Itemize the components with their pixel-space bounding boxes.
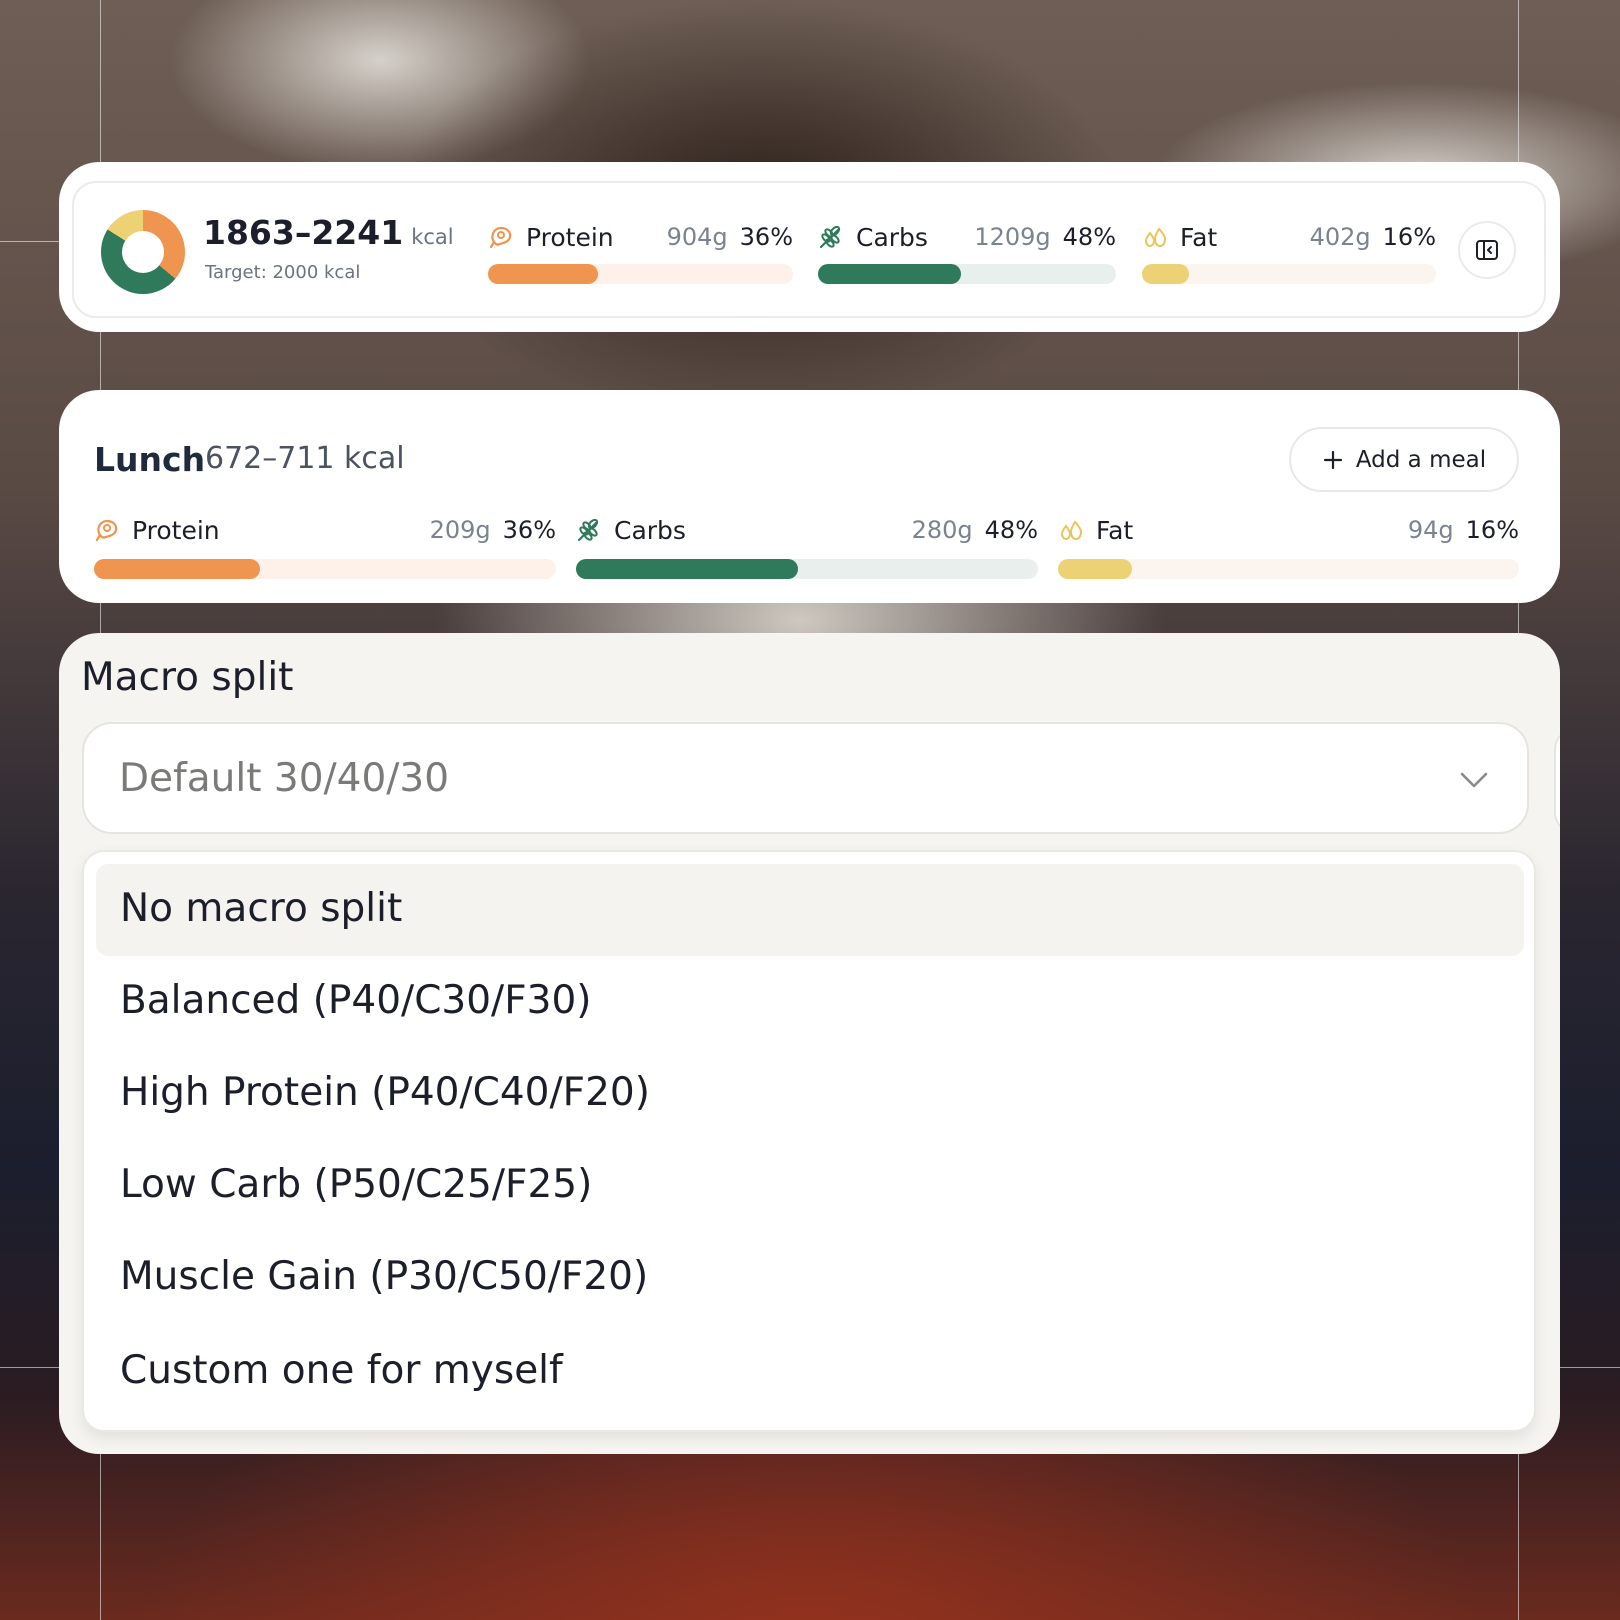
option-label: No macro split (120, 886, 403, 931)
option-label: Muscle Gain (P30/C50/F20) (120, 1254, 649, 1299)
macro-name: Protein (526, 223, 614, 252)
summary-macro-fat: Fat 402g 16% (1142, 220, 1436, 284)
option-label: Custom one for myself (120, 1348, 563, 1393)
adjacent-field-edge (1554, 729, 1560, 833)
wheat-icon (819, 225, 841, 249)
macro-values: 904g 36% (667, 223, 793, 251)
kcal-range-value: 1863–2241 (203, 213, 404, 252)
macro-name: Protein (132, 516, 220, 545)
add-meal-button[interactable]: Add a meal (1289, 427, 1519, 492)
macro-percent: 48% (984, 516, 1038, 544)
lunch-meal-card: Lunch 672–711 kcal Add a meal Protein 20… (59, 390, 1560, 603)
meat-icon (489, 226, 512, 249)
kcal-range: 1863–2241 kcal (203, 213, 454, 252)
macro-progress-track (1058, 559, 1519, 579)
dropdown-option[interactable]: Balanced (P40/C30/F30) (96, 956, 1524, 1048)
option-label: High Protein (P40/C40/F20) (120, 1070, 650, 1115)
macro-progress-fill (576, 559, 798, 579)
dropdown-option[interactable]: Muscle Gain (P30/C50/F20) (96, 1232, 1524, 1324)
macro-values: 94g 16% (1408, 516, 1519, 544)
dropdown-option[interactable]: No macro split (96, 864, 1524, 956)
meal-kcal: 672–711 kcal (205, 441, 405, 476)
collapse-panel-button[interactable] (1458, 221, 1516, 279)
macro-grams: 280g (911, 516, 973, 544)
summary-macro-carbs: Carbs 1209g 48% (818, 220, 1116, 284)
macro-values: 402g 16% (1310, 223, 1436, 251)
macro-percent: 36% (739, 223, 793, 251)
macro-grams: 402g (1309, 223, 1371, 251)
macro-split-selected-value: Default 30/40/30 (119, 756, 450, 801)
macro-values: 280g 48% (912, 516, 1038, 544)
macro-grams: 1209g (974, 223, 1051, 251)
option-label: Balanced (P40/C30/F30) (120, 978, 592, 1023)
plus-icon (1323, 450, 1342, 469)
dropdown-option[interactable]: Low Carb (P50/C25/F25) (96, 1140, 1524, 1232)
macro-percent: 36% (502, 516, 556, 544)
macro-progress-track (488, 264, 793, 284)
macro-name: Fat (1180, 223, 1218, 252)
macro-progress-fill (1142, 264, 1190, 284)
droplets-icon (1060, 520, 1083, 541)
macro-grams: 904g (666, 223, 728, 251)
dropdown-option[interactable]: High Protein (P40/C40/F20) (96, 1048, 1524, 1140)
macro-progress-fill (488, 264, 598, 284)
kcal-unit: kcal (411, 225, 454, 249)
macro-progress-fill (1058, 559, 1132, 579)
meal-title: Lunch (94, 440, 206, 479)
macro-values: 1209g 48% (974, 223, 1116, 251)
macro-name: Fat (1096, 516, 1134, 545)
macro-split-label: Macro split (81, 655, 294, 700)
droplets-icon (1144, 227, 1167, 248)
dropdown-option[interactable]: Custom one for myself (96, 1326, 1524, 1418)
daily-summary-card: 1863–2241 kcal Target: 2000 kcal Protein … (59, 162, 1560, 332)
macro-progress-track (576, 559, 1038, 579)
chevron-down-icon (1460, 772, 1488, 788)
meat-icon (95, 519, 118, 542)
macro-progress-track (1142, 264, 1436, 284)
macro-name: Carbs (614, 516, 686, 545)
macro-values: 209g 36% (430, 516, 556, 544)
macro-progress-fill (818, 264, 962, 284)
option-label: Low Carb (P50/C25/F25) (120, 1162, 593, 1207)
kcal-target: Target: 2000 kcal (205, 262, 361, 283)
wheat-icon (577, 518, 599, 542)
lunch-macro-carbs: Carbs 280g 48% (576, 513, 1038, 579)
macro-split-select[interactable]: Default 30/40/30 (82, 722, 1529, 834)
macro-percent: 16% (1465, 516, 1519, 544)
macro-grams: 209g (429, 516, 491, 544)
macro-progress-fill (94, 559, 261, 579)
macro-percent: 48% (1062, 223, 1116, 251)
lunch-macro-fat: Fat 94g 16% (1058, 513, 1519, 579)
daily-summary-inner: 1863–2241 kcal Target: 2000 kcal Protein … (72, 181, 1546, 318)
macro-percent: 16% (1382, 223, 1436, 251)
macro-name: Carbs (856, 223, 928, 252)
panel-collapse-icon (1476, 240, 1498, 260)
macro-split-panel: Macro split Default 30/40/30 No macro sp… (59, 633, 1560, 1454)
lunch-macro-protein: Protein 209g 36% (94, 513, 556, 579)
macro-split-dropdown: No macro split Balanced (P40/C30/F30) Hi… (82, 850, 1536, 1432)
macro-donut-chart (101, 210, 185, 294)
macro-progress-track (94, 559, 556, 579)
macro-grams: 94g (1407, 516, 1454, 544)
add-meal-label: Add a meal (1355, 446, 1487, 473)
macro-progress-track (818, 264, 1116, 284)
summary-macro-protein: Protein 904g 36% (488, 220, 793, 284)
